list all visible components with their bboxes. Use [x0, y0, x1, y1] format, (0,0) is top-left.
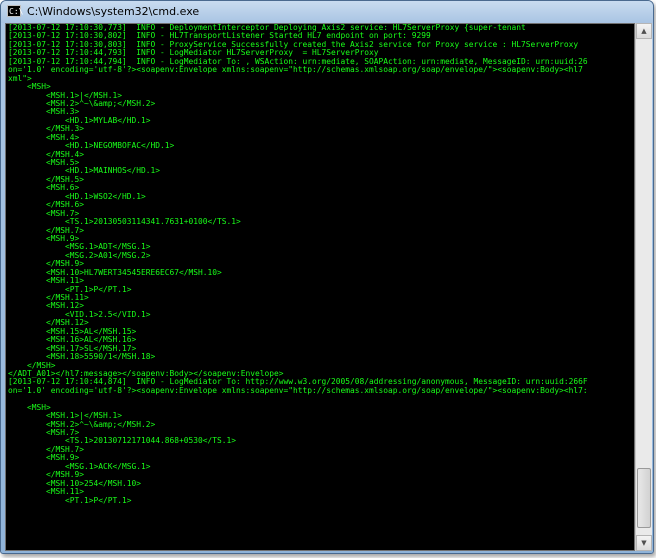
title-bar[interactable]: C:\ C:\Windows\system32\cmd.exe [1, 1, 653, 23]
console-line: <TS.1>20130712171044.868+0530</TS.1> [8, 436, 237, 446]
console-line: <TS.1>20130503114341.7631+0100</TS.1> [8, 217, 241, 227]
scroll-up-arrow-icon[interactable]: ▲ [636, 23, 652, 39]
cmd-window: C:\ C:\Windows\system32\cmd.exe [2013-07… [0, 0, 654, 554]
console-line: </MSH.11> [8, 293, 89, 302]
console-line: <HD.1>WSO2</HD.1> [8, 191, 146, 201]
console-line: </MSH.5> [8, 174, 85, 184]
console-line: xml"> [8, 73, 32, 83]
console-line: <MSH.10>HL7WERT34545ERE6EC67</MSH.10> [8, 267, 222, 277]
console-line: </MSH.7> [8, 444, 85, 454]
console-output: [2013-07-12 17:10:30,773] INFO - Deploym… [6, 24, 634, 505]
console-line: <PT.1>P</PT.1> [8, 495, 132, 505]
window-title: C:\Windows\system32\cmd.exe [27, 5, 200, 18]
console-line: </MSH.3> [8, 124, 85, 134]
console-line: <MSH.2>^~\&amp;</MSH.2> [8, 419, 156, 429]
console-line: </MSH.7> [8, 225, 85, 235]
scroll-down-arrow-icon[interactable]: ▼ [636, 535, 652, 551]
console-line: <MSH.2>^~\&amp;</MSH.2> [8, 98, 156, 108]
console-line: on='1.0' encoding='utf-8'?><soapenv:Enve… [8, 65, 583, 75]
console-line: <MSH.10>254</MSH.10> [8, 478, 142, 488]
scrollbar-thumb[interactable] [637, 468, 651, 528]
console-line: <MSG.2>A01</MSG.2> [8, 250, 151, 260]
console-line: </MSH.4> [8, 149, 85, 159]
console-line: <PT.1>P</PT.1> [8, 284, 132, 294]
console-line: <MSH.18>5590/1</MSH.18> [8, 352, 156, 362]
console-area[interactable]: [2013-07-12 17:10:30,773] INFO - Deploym… [5, 23, 635, 551]
console-line: on='1.0' encoding='utf-8'?><soapenv:Enve… [8, 385, 588, 395]
console-line: <HD.1>MYLAB</HD.1> [8, 115, 151, 125]
vertical-scrollbar[interactable]: ▲ ▼ [635, 23, 652, 551]
console-line: <MSG.1>ACK</MSG.1> [8, 461, 151, 471]
console-line: <VID.1>2.5</VID.1> [8, 309, 151, 319]
console-line: <HD.1>NEGOMBOFAC</HD.1> [8, 141, 175, 151]
console-line: <HD.1>MAINHOS</HD.1> [8, 166, 161, 176]
console-line: </MSH.6> [8, 200, 85, 210]
cmd-icon[interactable]: C:\ [7, 5, 23, 17]
